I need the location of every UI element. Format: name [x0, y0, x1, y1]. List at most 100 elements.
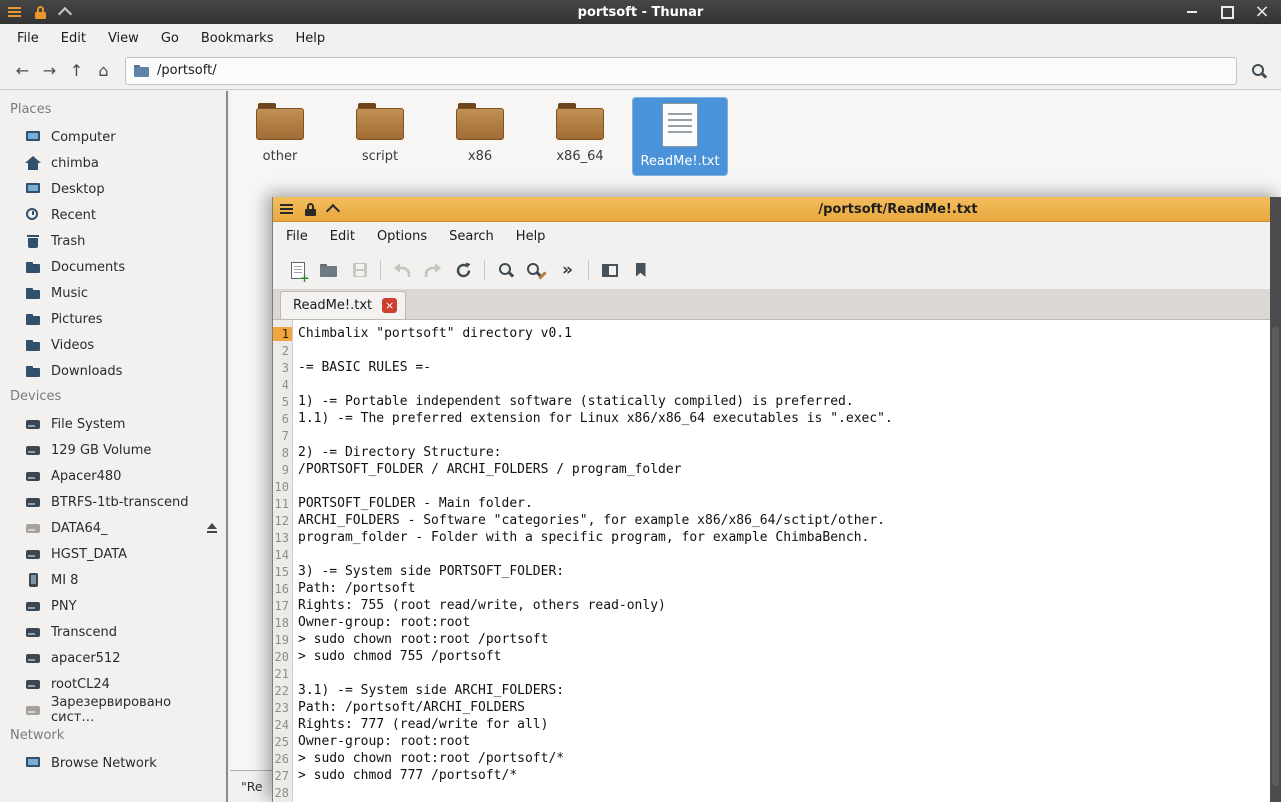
sidebar-item-downloads[interactable]: Downloads	[0, 358, 226, 384]
line-number: 11	[274, 496, 289, 511]
eject-icon[interactable]	[206, 523, 218, 533]
menu-edit[interactable]: Edit	[50, 28, 97, 49]
menu-file[interactable]: File	[6, 28, 50, 49]
sidebar-device-filesystem[interactable]: File System	[0, 411, 226, 437]
menu-go[interactable]: Go	[150, 28, 190, 49]
bookmark-button[interactable]	[625, 256, 656, 284]
find-button[interactable]	[490, 256, 521, 284]
sidebar-device-129gb[interactable]: 129 GB Volume	[0, 437, 226, 463]
line-text: Rights: 777 (read/write for all)	[298, 717, 549, 732]
line-text: 3.1) -= System side ARCHI_FOLDERS:	[298, 683, 565, 698]
reload-button[interactable]	[448, 256, 479, 284]
forward-button[interactable]: →	[36, 57, 63, 84]
home-button[interactable]: ⌂	[90, 57, 117, 84]
file-other[interactable]: other	[232, 97, 328, 171]
line-text: > sudo chmod 777 /portsoft/*	[298, 768, 518, 783]
editor-window: /portsoft/ReadMe!.txt File Edit Options …	[272, 197, 1281, 802]
up-button[interactable]: ↑	[63, 57, 90, 84]
back-button[interactable]: ←	[9, 57, 36, 84]
sidebar-device-apacer512[interactable]: apacer512	[0, 645, 226, 671]
file-script[interactable]: script	[332, 97, 428, 171]
minimize-button[interactable]	[1181, 3, 1203, 21]
sidebar-item-label: Documents	[51, 259, 126, 275]
save-button[interactable]	[344, 256, 375, 284]
sidebar-item-documents[interactable]: Documents	[0, 254, 226, 280]
sidebar-device-data64[interactable]: DATA64_	[0, 515, 226, 541]
toolbar-separator	[380, 260, 381, 280]
menu-bookmarks[interactable]: Bookmarks	[190, 28, 285, 49]
sidebar-item-label: PNY	[51, 598, 77, 614]
more-tools-button[interactable]: »	[552, 256, 583, 284]
file-x86[interactable]: x86	[432, 97, 528, 171]
sidebar-item-trash[interactable]: Trash	[0, 228, 226, 254]
drive-icon	[25, 650, 41, 666]
sidebar-item-pictures[interactable]: Pictures	[0, 306, 226, 332]
sidebar-item-label: Apacer480	[51, 468, 122, 484]
menu-help[interactable]: Help	[284, 28, 336, 49]
shade-icon[interactable]	[325, 203, 341, 218]
line-number: 10	[274, 479, 289, 494]
sidebar-item-recent[interactable]: Recent	[0, 202, 226, 228]
sidebar-device-reserved[interactable]: Зарезервировано сист…	[0, 695, 226, 725]
folder-icon	[25, 363, 41, 379]
scrollbar-thumb[interactable]	[1272, 327, 1279, 786]
code-line: 22 3.1) -= System side ARCHI_FOLDERS:	[273, 682, 1270, 699]
sidebar-device-pny[interactable]: PNY	[0, 593, 226, 619]
lock-icon[interactable]	[34, 5, 47, 19]
code-line: 28	[273, 784, 1270, 801]
line-text: /PORTSOFT_FOLDER / ARCHI_FOLDERS / progr…	[298, 462, 682, 477]
new-document-button[interactable]	[282, 256, 313, 285]
search-button[interactable]	[1245, 57, 1272, 84]
editor-text-area[interactable]: 1 Chimbalix "portsoft" directory v0.1 2 3…	[273, 320, 1270, 802]
file-label: ReadMe!.txt	[640, 154, 720, 169]
maximize-button[interactable]	[1216, 3, 1238, 21]
sidebar-device-hgst[interactable]: HGST_DATA	[0, 541, 226, 567]
sidebar-device-rootcl24[interactable]: rootCL24	[0, 671, 226, 697]
undo-button[interactable]	[386, 256, 417, 284]
folder-icon	[256, 102, 304, 142]
menu-edit[interactable]: Edit	[319, 226, 366, 247]
editor-scrollbar[interactable]	[1270, 197, 1281, 802]
reload-icon	[456, 262, 471, 277]
open-file-button[interactable]	[313, 256, 344, 284]
tab-readme[interactable]: ReadMe!.txt ×	[280, 291, 407, 319]
path-bar[interactable]: /portsoft/	[125, 56, 1237, 85]
close-button[interactable]: ×	[1251, 3, 1273, 21]
tab-close-button[interactable]: ×	[382, 298, 398, 313]
sidebar-device-mi8[interactable]: MI 8	[0, 567, 226, 593]
menu-file[interactable]: File	[275, 226, 319, 247]
devices-heading: Devices	[10, 389, 62, 404]
sidebar-item-label: rootCL24	[51, 676, 110, 692]
sidebar-item-label: File System	[51, 416, 126, 432]
code-line: 20 > sudo chmod 755 /portsoft	[273, 648, 1270, 665]
file-readme-selected[interactable]: ReadMe!.txt	[632, 97, 728, 176]
sidebar-item-home[interactable]: chimba	[0, 150, 226, 176]
sidebar-device-transcend[interactable]: Transcend	[0, 619, 226, 645]
side-pane-button[interactable]	[594, 256, 625, 284]
menu-options[interactable]: Options	[366, 226, 438, 247]
code-line: 16 Path: /portsoft	[273, 580, 1270, 597]
find-replace-button[interactable]	[521, 256, 552, 284]
menu-help[interactable]: Help	[505, 226, 557, 247]
sidebar-item-browse-network[interactable]: Browse Network	[0, 750, 226, 776]
folder-icon	[25, 259, 41, 275]
sidebar-item-videos[interactable]: Videos	[0, 332, 226, 358]
sidebar-item-computer[interactable]: Computer	[0, 124, 226, 150]
line-number: 12	[274, 513, 289, 528]
maximize-icon	[1220, 5, 1234, 19]
window-menu-icon[interactable]	[280, 204, 293, 214]
window-title: portsoft - Thunar	[577, 4, 704, 20]
sidebar-device-btrfs[interactable]: BTRFS-1tb-transcend	[0, 489, 226, 515]
redo-button[interactable]	[417, 256, 448, 284]
redo-icon	[424, 262, 441, 277]
window-menu-icon[interactable]	[8, 7, 21, 17]
code-line: 12 ARCHI_FOLDERS - Software "categories",…	[273, 512, 1270, 529]
shade-icon[interactable]	[57, 6, 73, 21]
menu-search[interactable]: Search	[438, 226, 505, 247]
lock-icon[interactable]	[304, 202, 317, 216]
sidebar-item-music[interactable]: Music	[0, 280, 226, 306]
sidebar-item-desktop[interactable]: Desktop	[0, 176, 226, 202]
file-x86-64[interactable]: x86_64	[532, 97, 628, 171]
sidebar-device-apacer480[interactable]: Apacer480	[0, 463, 226, 489]
menu-view[interactable]: View	[97, 28, 150, 49]
